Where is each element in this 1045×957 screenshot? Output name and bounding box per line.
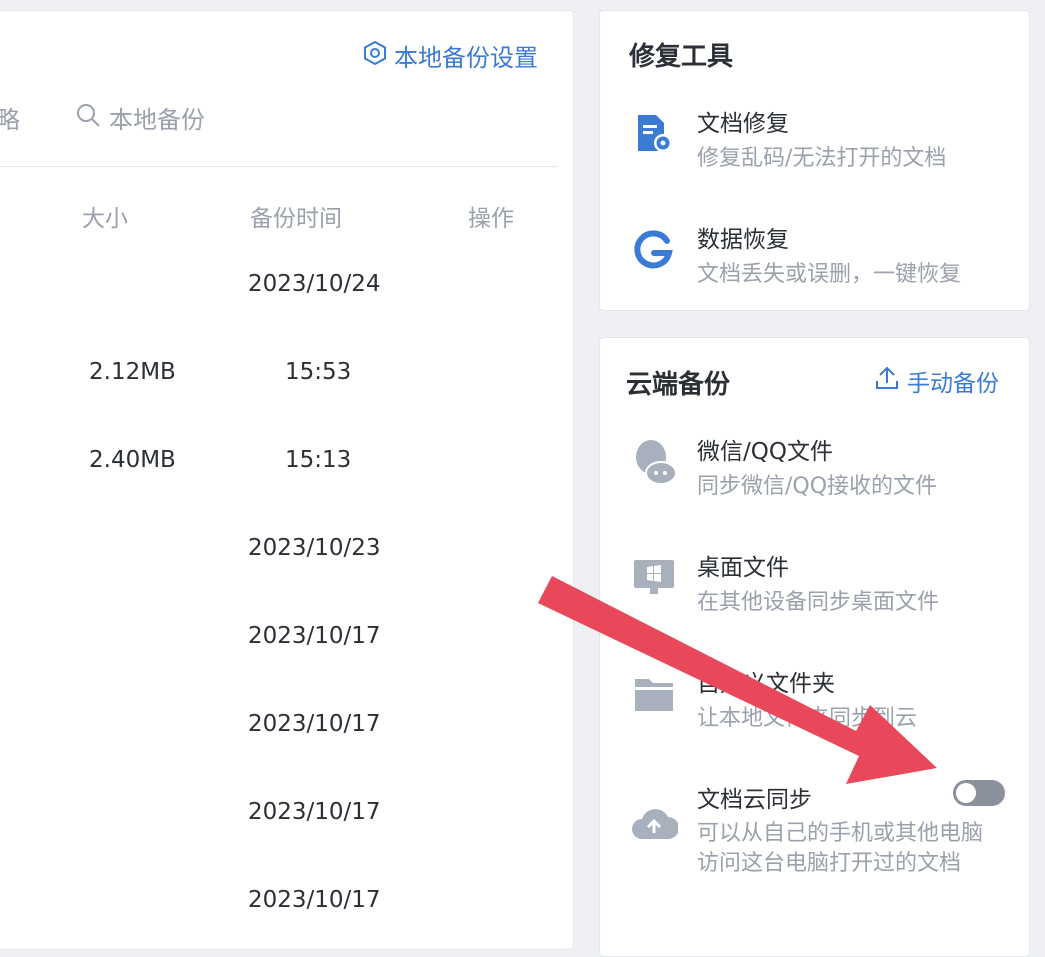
manual-backup-button[interactable]: 手动备份 [875,364,999,398]
column-header-backup-time: 备份时间 [250,206,342,232]
search-placeholder: 本地备份 [109,106,205,134]
search-input[interactable]: 本地备份 [75,100,205,135]
row-size: 2.12MB [89,359,176,385]
chat-icon [631,437,679,491]
row-size: 2.40MB [89,447,176,473]
row-time[interactable]: 2023/10/23 [248,535,381,561]
desktop-icon [632,558,676,602]
row-time[interactable]: 2023/10/24 [248,271,381,297]
wechat-qq-files-subtitle: 同步微信/QQ接收的文件 [697,474,938,499]
divider [0,166,558,167]
doc-cloud-sync-toggle[interactable] [953,780,1005,806]
desktop-files-subtitle: 在其他设备同步桌面文件 [697,590,940,615]
partial-filter-label: 略 [0,106,20,134]
settings-hex-icon [362,40,388,72]
toggle-knob [956,783,976,803]
doc-repair-icon [634,113,676,159]
manual-backup-label: 手动备份 [907,371,999,397]
row-time[interactable]: 2023/10/17 [248,799,381,825]
custom-folder-title: 自定义文件夹 [697,671,835,697]
doc-repair-title: 文档修复 [697,111,789,137]
doc-cloud-sync-desc-line2: 访问这台电脑打开过的文档 [697,851,962,876]
data-recovery-title: 数据恢复 [697,227,789,253]
cloud-upload-icon [630,805,679,845]
data-recovery-icon [632,229,674,275]
data-recovery-subtitle: 文档丢失或误删，一键恢复 [697,262,962,287]
row-time[interactable]: 2023/10/17 [248,711,381,737]
row-time[interactable]: 2023/10/17 [248,623,381,649]
search-icon [75,102,101,134]
doc-cloud-sync-title: 文档云同步 [697,787,812,813]
row-time[interactable]: 15:13 [285,447,351,473]
local-backup-settings-label: 本地备份设置 [394,44,538,72]
cloud-backup-title: 云端备份 [626,370,731,400]
row-time[interactable]: 15:53 [285,359,351,385]
column-header-size: 大小 [82,206,128,232]
wechat-qq-files-title: 微信/QQ文件 [697,439,833,465]
column-header-action: 操作 [468,206,514,232]
local-backup-settings-link[interactable]: 本地备份设置 [362,38,538,73]
folder-icon [633,675,675,717]
row-time[interactable]: 2023/10/17 [248,887,381,913]
desktop-files-title: 桌面文件 [697,555,789,581]
custom-folder-subtitle: 让本地文件夹同步到云 [697,706,918,731]
upload-icon [875,365,899,397]
doc-cloud-sync-desc-line1: 可以从自己的手机或其他电脑 [697,821,984,846]
doc-repair-subtitle: 修复乱码/无法打开的文档 [697,146,947,171]
repair-tools-title: 修复工具 [629,42,734,72]
